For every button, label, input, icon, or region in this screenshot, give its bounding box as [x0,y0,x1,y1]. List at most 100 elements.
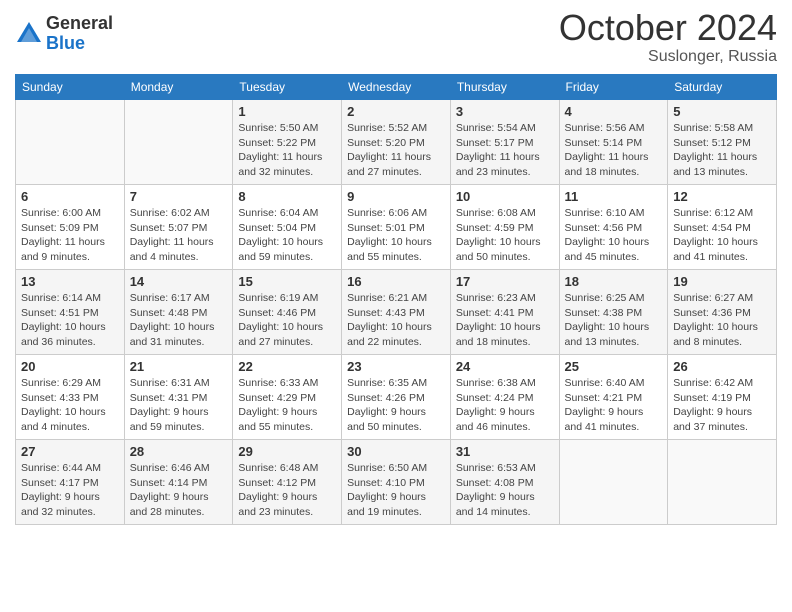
title-block: October 2024 Suslonger, Russia [559,10,777,66]
calendar-table: SundayMondayTuesdayWednesdayThursdayFrid… [15,74,777,525]
day-info: Sunrise: 6:19 AM Sunset: 4:46 PM Dayligh… [238,291,336,350]
calendar-cell: 13Sunrise: 6:14 AM Sunset: 4:51 PM Dayli… [16,270,125,355]
calendar-cell: 24Sunrise: 6:38 AM Sunset: 4:24 PM Dayli… [450,355,559,440]
day-number: 22 [238,359,336,374]
day-number: 11 [565,189,663,204]
day-info: Sunrise: 6:48 AM Sunset: 4:12 PM Dayligh… [238,461,336,520]
page-header: General Blue October 2024 Suslonger, Rus… [15,10,777,66]
calendar-cell: 23Sunrise: 6:35 AM Sunset: 4:26 PM Dayli… [342,355,451,440]
calendar-cell: 1 Sunrise: 5:50 AM Sunset: 5:22 PM Daylig… [233,100,342,185]
day-info: Sunrise: 5:50 AM Sunset: 5:22 PM Dayligh… [238,121,336,180]
day-info: Sunrise: 6:31 AM Sunset: 4:31 PM Dayligh… [130,376,228,435]
calendar-cell: 18 Sunrise: 6:25 AM Sunset: 4:38 PM Dayli… [559,270,668,355]
calendar-cell [559,440,668,525]
day-info: Sunrise: 6:25 AM Sunset: 4:38 PM Dayligh… [565,291,663,350]
calendar-header-row: SundayMondayTuesdayWednesdayThursdayFrid… [16,75,777,100]
day-info: Sunrise: 6:29 AM Sunset: 4:33 PM Dayligh… [21,376,119,435]
calendar-cell: 4 Sunrise: 5:56 AM Sunset: 5:14 PM Daylig… [559,100,668,185]
calendar-cell: 25Sunrise: 6:40 AM Sunset: 4:21 PM Dayli… [559,355,668,440]
day-number: 28 [130,444,228,459]
day-info: Sunrise: 5:54 AM Sunset: 5:17 PM Dayligh… [456,121,554,180]
logo-blue: Blue [46,34,113,54]
day-info: Sunrise: 6:46 AM Sunset: 4:14 PM Dayligh… [130,461,228,520]
day-number: 26 [673,359,771,374]
day-info: Sunrise: 6:33 AM Sunset: 4:29 PM Dayligh… [238,376,336,435]
logo-general: General [46,14,113,34]
day-info: Sunrise: 6:21 AM Sunset: 4:43 PM Dayligh… [347,291,445,350]
day-info: Sunrise: 6:06 AM Sunset: 5:01 PM Dayligh… [347,206,445,265]
day-info: Sunrise: 6:02 AM Sunset: 5:07 PM Dayligh… [130,206,228,265]
day-number: 9 [347,189,445,204]
calendar-cell [124,100,233,185]
day-info: Sunrise: 6:17 AM Sunset: 4:48 PM Dayligh… [130,291,228,350]
day-number: 6 [21,189,119,204]
header-sunday: Sunday [16,75,125,100]
day-info: Sunrise: 6:12 AM Sunset: 4:54 PM Dayligh… [673,206,771,265]
day-info: Sunrise: 6:10 AM Sunset: 4:56 PM Dayligh… [565,206,663,265]
day-number: 3 [456,104,554,119]
day-number: 31 [456,444,554,459]
day-number: 10 [456,189,554,204]
day-number: 1 [238,104,336,119]
logo: General Blue [15,14,113,54]
week-row-2: 6 Sunrise: 6:00 AM Sunset: 5:09 PM Daylig… [16,185,777,270]
day-number: 14 [130,274,228,289]
header-monday: Monday [124,75,233,100]
calendar-cell: 17 Sunrise: 6:23 AM Sunset: 4:41 PM Dayli… [450,270,559,355]
day-number: 30 [347,444,445,459]
calendar-cell: 3 Sunrise: 5:54 AM Sunset: 5:17 PM Daylig… [450,100,559,185]
calendar-cell: 12 Sunrise: 6:12 AM Sunset: 4:54 PM Dayli… [668,185,777,270]
day-number: 24 [456,359,554,374]
calendar-cell: 26 Sunrise: 6:42 AM Sunset: 4:19 PM Dayli… [668,355,777,440]
calendar-cell: 29 Sunrise: 6:48 AM Sunset: 4:12 PM Dayli… [233,440,342,525]
header-saturday: Saturday [668,75,777,100]
calendar-cell: 27 Sunrise: 6:44 AM Sunset: 4:17 PM Dayli… [16,440,125,525]
day-info: Sunrise: 6:35 AM Sunset: 4:26 PM Dayligh… [347,376,445,435]
day-number: 25 [565,359,663,374]
calendar-cell: 6 Sunrise: 6:00 AM Sunset: 5:09 PM Daylig… [16,185,125,270]
day-info: Sunrise: 5:56 AM Sunset: 5:14 PM Dayligh… [565,121,663,180]
calendar-cell: 22 Sunrise: 6:33 AM Sunset: 4:29 PM Dayli… [233,355,342,440]
day-info: Sunrise: 6:14 AM Sunset: 4:51 PM Dayligh… [21,291,119,350]
calendar-cell: 10 Sunrise: 6:08 AM Sunset: 4:59 PM Dayli… [450,185,559,270]
day-number: 18 [565,274,663,289]
logo-icon [15,20,43,48]
header-friday: Friday [559,75,668,100]
calendar-cell: 16Sunrise: 6:21 AM Sunset: 4:43 PM Dayli… [342,270,451,355]
day-number: 7 [130,189,228,204]
calendar-cell: 2Sunrise: 5:52 AM Sunset: 5:20 PM Daylig… [342,100,451,185]
calendar-cell: 28 Sunrise: 6:46 AM Sunset: 4:14 PM Dayli… [124,440,233,525]
day-number: 19 [673,274,771,289]
day-info: Sunrise: 5:58 AM Sunset: 5:12 PM Dayligh… [673,121,771,180]
week-row-1: 1 Sunrise: 5:50 AM Sunset: 5:22 PM Daylig… [16,100,777,185]
week-row-5: 27 Sunrise: 6:44 AM Sunset: 4:17 PM Dayli… [16,440,777,525]
day-info: Sunrise: 6:42 AM Sunset: 4:19 PM Dayligh… [673,376,771,435]
header-thursday: Thursday [450,75,559,100]
day-info: Sunrise: 6:44 AM Sunset: 4:17 PM Dayligh… [21,461,119,520]
calendar-cell: 14 Sunrise: 6:17 AM Sunset: 4:48 PM Dayli… [124,270,233,355]
day-number: 21 [130,359,228,374]
day-info: Sunrise: 6:04 AM Sunset: 5:04 PM Dayligh… [238,206,336,265]
day-number: 29 [238,444,336,459]
day-number: 8 [238,189,336,204]
calendar-cell: 21 Sunrise: 6:31 AM Sunset: 4:31 PM Dayli… [124,355,233,440]
day-number: 5 [673,104,771,119]
day-info: Sunrise: 6:00 AM Sunset: 5:09 PM Dayligh… [21,206,119,265]
day-info: Sunrise: 5:52 AM Sunset: 5:20 PM Dayligh… [347,121,445,180]
calendar-cell [16,100,125,185]
day-number: 17 [456,274,554,289]
day-number: 4 [565,104,663,119]
day-number: 20 [21,359,119,374]
day-number: 12 [673,189,771,204]
day-info: Sunrise: 6:23 AM Sunset: 4:41 PM Dayligh… [456,291,554,350]
day-number: 27 [21,444,119,459]
week-row-3: 13Sunrise: 6:14 AM Sunset: 4:51 PM Dayli… [16,270,777,355]
day-number: 15 [238,274,336,289]
calendar-cell: 7 Sunrise: 6:02 AM Sunset: 5:07 PM Daylig… [124,185,233,270]
calendar-cell: 31Sunrise: 6:53 AM Sunset: 4:08 PM Dayli… [450,440,559,525]
day-info: Sunrise: 6:08 AM Sunset: 4:59 PM Dayligh… [456,206,554,265]
calendar-cell: 5 Sunrise: 5:58 AM Sunset: 5:12 PM Daylig… [668,100,777,185]
location-subtitle: Suslonger, Russia [559,48,777,66]
calendar-cell: 20 Sunrise: 6:29 AM Sunset: 4:33 PM Dayli… [16,355,125,440]
calendar-cell: 11 Sunrise: 6:10 AM Sunset: 4:56 PM Dayli… [559,185,668,270]
